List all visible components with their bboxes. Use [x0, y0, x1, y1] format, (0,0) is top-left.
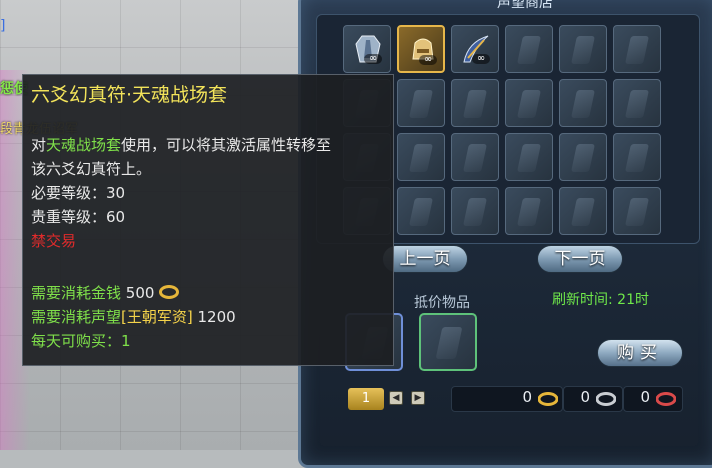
shop-slot-10[interactable]: [505, 79, 553, 127]
cost-rep-name: [王朝军资]: [121, 308, 193, 326]
no-trade-label: 禁交易: [31, 232, 77, 250]
gold-coin-icon: [159, 285, 180, 299]
red-coin-icon: [656, 392, 676, 406]
refresh-time-label: 刷新时间: 21时: [552, 292, 649, 308]
background-text-top: ]: [0, 18, 6, 34]
daily-limit: 每天可购买：1: [31, 332, 131, 350]
tooltip-title: 六爻幻真符·天魂战场套: [31, 84, 228, 106]
shop-slot-6[interactable]: [613, 25, 661, 73]
shop-slot-18[interactable]: [613, 133, 661, 181]
pledge-item-slot[interactable]: [419, 313, 477, 371]
red-cost-value: 0: [640, 388, 650, 406]
shop-slot-2-selected[interactable]: ∞: [397, 25, 445, 73]
shop-slot-12[interactable]: [613, 79, 661, 127]
silver-coin-icon: [596, 392, 616, 406]
desc-suffix: 使用，可以将其激活属性转移至: [121, 136, 332, 154]
shop-slot-15[interactable]: [451, 133, 499, 181]
shop-slot-14[interactable]: [397, 133, 445, 181]
quantity-decrease-button[interactable]: ◀: [389, 391, 403, 405]
shop-slot-16[interactable]: [505, 133, 553, 181]
cost-gold-label: 需要消耗金钱: [31, 284, 122, 302]
quantity-field[interactable]: 1: [348, 388, 384, 410]
desc-prefix: 对: [31, 136, 47, 154]
value-level: 贵重等级：60: [31, 208, 126, 226]
cost-rep-label: 需要消耗声望: [31, 308, 122, 326]
shop-slot-23[interactable]: [559, 187, 607, 235]
shop-slot-1[interactable]: ∞: [343, 25, 391, 73]
desc-line-2: 该六爻幻真符上。: [31, 160, 152, 178]
prev-page-button[interactable]: 上一页: [382, 245, 468, 273]
shop-slot-17[interactable]: [559, 133, 607, 181]
shop-slot-5[interactable]: [559, 25, 607, 73]
gold-coin-icon: [538, 392, 558, 406]
item-tooltip: 六爻幻真符·天魂战场套 对天魂战场套使用，可以将其激活属性转移至 该六爻幻真符上…: [22, 74, 394, 366]
next-page-button[interactable]: 下一页: [537, 245, 623, 273]
shop-title: 声望商店: [497, 0, 553, 11]
required-level: 必要等级：30: [31, 184, 126, 202]
infinite-badge: ∞: [364, 54, 382, 64]
infinite-badge: ∞: [419, 55, 437, 65]
quantity-increase-button[interactable]: ▶: [411, 391, 425, 405]
shop-slot-4[interactable]: [505, 25, 553, 73]
cost-gold-line: 需要消耗金钱 500: [31, 281, 180, 305]
gold-cost-value: 0: [522, 388, 532, 406]
cost-gold-value: 500: [125, 284, 155, 302]
shop-slot-24[interactable]: [613, 187, 661, 235]
silver-cost-value: 0: [580, 388, 590, 406]
pledge-item-label: 抵价物品: [414, 295, 470, 311]
shop-slot-20[interactable]: [397, 187, 445, 235]
desc-highlight: 天魂战场套: [46, 136, 122, 154]
shop-slot-3[interactable]: ∞: [451, 25, 499, 73]
shop-slot-9[interactable]: [451, 79, 499, 127]
cost-rep-value: 1200: [197, 308, 236, 326]
shop-slot-22[interactable]: [505, 187, 553, 235]
cost-reputation-line: 需要消耗声望[王朝军资] 1200: [31, 305, 236, 329]
shop-slot-21[interactable]: [451, 187, 499, 235]
tooltip-description: 对天魂战场套使用，可以将其激活属性转移至: [31, 133, 331, 157]
shop-slot-11[interactable]: [559, 79, 607, 127]
buy-button[interactable]: 购买: [597, 339, 683, 367]
infinite-badge: ∞: [472, 54, 490, 64]
shop-slot-8[interactable]: [397, 79, 445, 127]
